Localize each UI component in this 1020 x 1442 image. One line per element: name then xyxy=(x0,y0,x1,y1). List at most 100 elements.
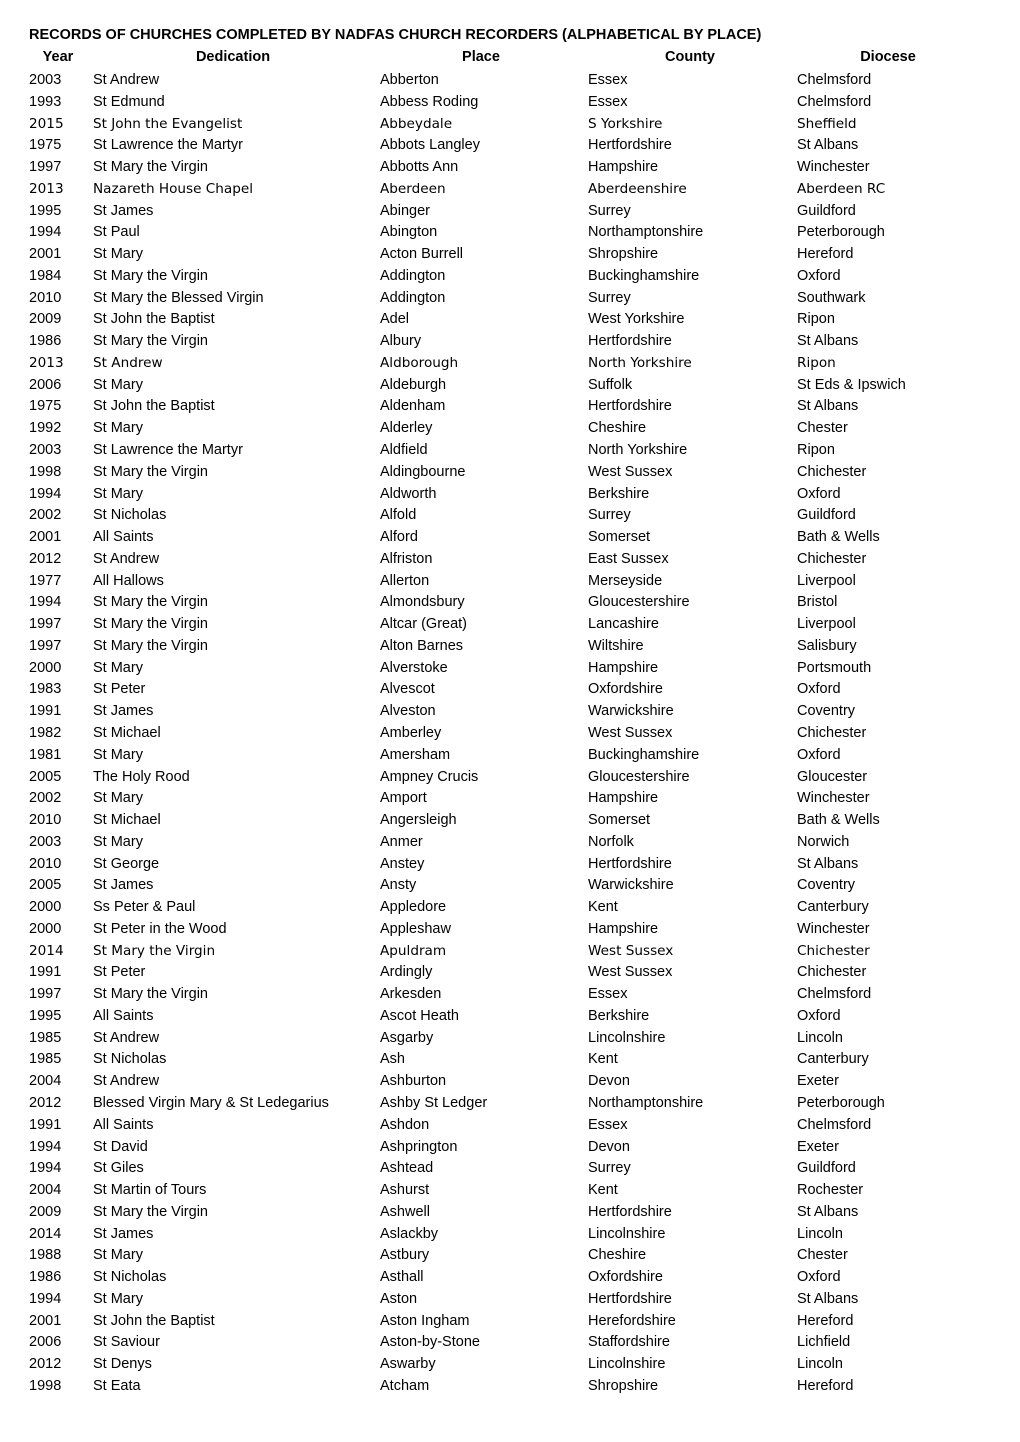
year-cell: 2000 xyxy=(29,659,62,676)
dedication-cell: St David xyxy=(93,1138,148,1155)
diocese-cell: Ripon xyxy=(797,354,836,371)
diocese-cell: Guildford xyxy=(797,507,856,524)
diocese-cell: Lincoln xyxy=(797,1356,843,1373)
county-cell: Somerset xyxy=(588,529,651,546)
county-cell: Essex xyxy=(588,986,628,1003)
table-row: 1995 All Saints Ascot Heath Berkshire Oxford xyxy=(0,1006,1020,1028)
year-cell: 2003 xyxy=(29,833,62,850)
county-cell: Norfolk xyxy=(588,833,634,850)
county-cell: Kent xyxy=(588,1182,618,1199)
dedication-cell: St Nicholas xyxy=(93,1051,167,1068)
year-cell: 1995 xyxy=(29,202,62,219)
place-cell: Ash xyxy=(380,1051,405,1068)
dedication-cell: St Mary xyxy=(93,420,143,437)
place-cell: Ashdon xyxy=(380,1116,430,1133)
year-cell: 2009 xyxy=(29,311,62,328)
diocese-cell: Winchester xyxy=(797,790,870,807)
dedication-cell: St Eata xyxy=(93,1377,141,1394)
place-cell: Almondsbury xyxy=(380,594,465,611)
county-cell: Hertfordshire xyxy=(588,398,672,415)
place-cell: Alverstoke xyxy=(380,659,448,676)
dedication-cell: All Saints xyxy=(93,1116,154,1133)
table-row: 2012 St Denys Aswarby Lincolnshire Lincoln xyxy=(0,1354,1020,1376)
year-cell: 2006 xyxy=(29,1334,62,1351)
year-cell: 1998 xyxy=(29,1377,62,1394)
diocese-cell: Chichester xyxy=(797,550,867,567)
table-row: 2010 St Michael Angersleigh Somerset Bath & … xyxy=(0,810,1020,832)
county-cell: Berkshire xyxy=(588,485,650,502)
dedication-cell: St Mary the Virgin xyxy=(93,267,208,284)
table-row: 2000 St Mary Alverstoke Hampshire Portsmouth xyxy=(0,658,1020,680)
year-cell: 2013 xyxy=(29,180,64,197)
county-cell: Northamptonshire xyxy=(588,224,704,241)
year-cell: 1986 xyxy=(29,333,62,350)
diocese-cell: Peterborough xyxy=(797,224,885,241)
table-row: 1993 St Edmund Abbess Roding Essex Chelmsfor… xyxy=(0,92,1020,114)
diocese-cell: Chelmsford xyxy=(797,1116,872,1133)
year-cell: 1982 xyxy=(29,724,62,741)
diocese-cell: Oxford xyxy=(797,485,841,502)
diocese-cell: Chichester xyxy=(797,724,867,741)
table-row: 1986 St Nicholas Asthall Oxfordshire Oxford xyxy=(0,1267,1020,1289)
place-cell: Ampney Crucis xyxy=(380,768,479,785)
place-cell: Ashtead xyxy=(380,1160,434,1177)
diocese-cell: Guildford xyxy=(797,1160,856,1177)
year-cell: 2004 xyxy=(29,1182,62,1199)
place-cell: Alton Barnes xyxy=(380,637,464,654)
county-cell: Hampshire xyxy=(588,659,659,676)
year-cell: 1994 xyxy=(29,485,62,502)
county-cell: North Yorkshire xyxy=(588,442,688,459)
diocese-cell: Chester xyxy=(797,420,848,437)
dedication-cell: St Mary xyxy=(93,790,143,807)
dedication-cell: St Nicholas xyxy=(93,507,167,524)
table-row: 1985 St Nicholas Ash Kent Canterbury xyxy=(0,1049,1020,1071)
diocese-cell: St Eds & Ipswich xyxy=(797,376,906,393)
table-row: 1998 St Eata Atcham Shropshire Hereford xyxy=(0,1376,1020,1398)
diocese-cell: Liverpool xyxy=(797,616,856,633)
county-cell: North Yorkshire xyxy=(588,354,692,371)
dedication-cell: The Holy Rood xyxy=(93,768,190,785)
diocese-cell: Bath & Wells xyxy=(797,812,880,829)
diocese-cell: Coventry xyxy=(797,877,856,894)
year-cell: 2000 xyxy=(29,899,62,916)
dedication-cell: St Mary xyxy=(93,1290,143,1307)
year-cell: 1981 xyxy=(29,746,62,763)
dedication-cell: St James xyxy=(93,703,154,720)
county-cell: Hertfordshire xyxy=(588,1290,672,1307)
diocese-cell: Gloucester xyxy=(797,768,868,785)
year-cell: 2012 xyxy=(29,550,62,567)
table-row: 1975 St Lawrence the Martyr Abbots Langley… xyxy=(0,135,1020,157)
place-cell: Aldenham xyxy=(380,398,446,415)
year-cell: 1985 xyxy=(29,1029,62,1046)
table-row: 2003 St Andrew Abberton Essex Chelmsford xyxy=(0,70,1020,92)
dedication-cell: St Peter in the Wood xyxy=(93,920,227,937)
diocese-cell: Chichester xyxy=(797,463,867,480)
diocese-cell: Hereford xyxy=(797,1377,854,1394)
county-cell: Suffolk xyxy=(588,376,633,393)
place-cell: Aldingbourne xyxy=(380,463,466,480)
place-cell: Angersleigh xyxy=(380,812,457,829)
county-cell: Cheshire xyxy=(588,1247,647,1264)
table-row: 2001 St Mary Acton Burrell Shropshire Herefo… xyxy=(0,244,1020,266)
county-cell: Shropshire xyxy=(588,246,659,263)
place-cell: Abbots Langley xyxy=(380,137,480,154)
table-row: 2012 Blessed Virgin Mary & St Ledegarius A… xyxy=(0,1093,1020,1115)
dedication-cell: St James xyxy=(93,202,154,219)
diocese-cell: Guildford xyxy=(797,202,856,219)
year-cell: 1984 xyxy=(29,267,62,284)
column-header-dedication: Dedication xyxy=(195,49,271,65)
county-cell: Essex xyxy=(588,1116,628,1133)
place-cell: Ansty xyxy=(380,877,417,894)
dedication-cell: St Andrew xyxy=(93,1073,160,1090)
diocese-cell: Ripon xyxy=(797,311,835,328)
county-cell: Devon xyxy=(588,1073,630,1090)
place-cell: Acton Burrell xyxy=(380,246,464,263)
county-cell: West Sussex xyxy=(588,942,674,959)
table-row: 2005 The Holy Rood Ampney Crucis Gloucester… xyxy=(0,767,1020,789)
table-row: 1985 St Andrew Asgarby Lincolnshire Lincoln xyxy=(0,1028,1020,1050)
table-row: 1994 St Mary the Virgin Almondsbury Glouces… xyxy=(0,592,1020,614)
place-cell: Addington xyxy=(380,267,446,284)
diocese-cell: Winchester xyxy=(797,159,870,176)
place-cell: Abbeydale xyxy=(380,115,453,132)
year-cell: 2002 xyxy=(29,507,62,524)
